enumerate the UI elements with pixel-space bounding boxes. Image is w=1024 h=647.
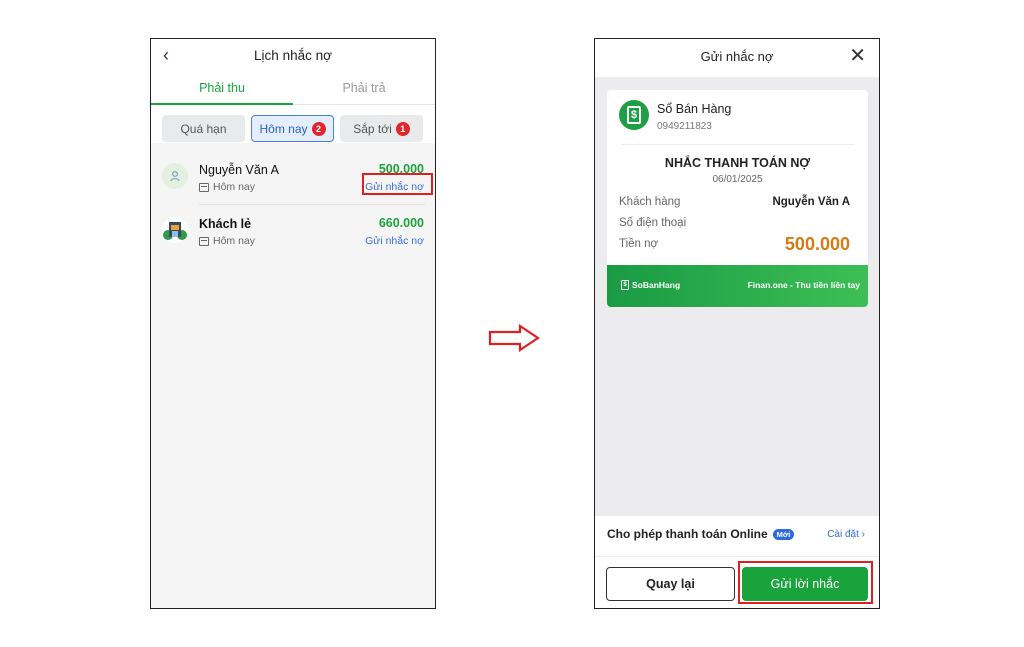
- reminder-date: 06/01/2025: [712, 174, 763, 185]
- due-date-text: Hôm nay: [213, 235, 256, 247]
- field-label: Số điện thoại: [619, 217, 687, 229]
- tab-divider: [293, 104, 435, 105]
- count-badge: 1: [395, 121, 410, 136]
- send-reminder-link[interactable]: Gửi nhắc nợ: [365, 235, 424, 247]
- filter-overdue[interactable]: Quá hạn: [162, 115, 245, 142]
- debt-field: Tiền nợ 500.000: [619, 234, 856, 254]
- brand-strip: $ SoBanHang Finan.one - Thu tiền liền ta…: [607, 265, 868, 307]
- count-badge: 2: [311, 121, 326, 136]
- debt-amount: 500.000: [784, 234, 850, 254]
- header: Gửi nhắc nợ ✕: [595, 39, 879, 77]
- settings-link[interactable]: Cài đặt ›: [827, 529, 865, 540]
- due-date-text: Hôm nay: [213, 181, 256, 193]
- filter-chips: Quá hạn Hôm nay 2 Sắp tới 1: [151, 115, 435, 145]
- calendar-icon: [199, 182, 209, 192]
- customer-name: Khách lẻ: [199, 217, 252, 231]
- shop-phone: 0949211823: [657, 121, 712, 132]
- brand-logo: $ SoBanHang: [621, 280, 680, 290]
- shop-logo: $: [619, 100, 649, 130]
- dollar-icon: $: [621, 280, 629, 290]
- page-title: Gửi nhắc nợ: [700, 49, 774, 64]
- filter-today[interactable]: Hôm nay 2: [251, 115, 334, 142]
- customer-name: Nguyễn Văn A: [199, 163, 279, 177]
- store-icon: [162, 217, 188, 243]
- highlight-box: [738, 561, 873, 604]
- customer-field: Khách hàng Nguyễn Văn A: [619, 196, 856, 208]
- header: ‹ Lịch nhắc nợ: [151, 39, 435, 73]
- shop-name: Sổ Bán Hàng: [657, 102, 732, 116]
- brand-name: SoBanHang: [632, 280, 681, 290]
- debt-reminder-list-screen: ‹ Lịch nhắc nợ Phải thu Phải trả Quá hạn…: [150, 38, 436, 609]
- divider: [621, 144, 854, 145]
- filter-label: Hôm nay: [259, 121, 308, 136]
- arrow-right-icon: [488, 324, 540, 352]
- reminder-card: $ Sổ Bán Hàng 0949211823 NHẮC THANH TOÁN…: [607, 90, 868, 307]
- due-date: Hôm nay: [199, 181, 255, 193]
- field-label: Khách hàng: [619, 196, 681, 208]
- active-tab-indicator: [151, 103, 293, 105]
- dollar-icon: $: [627, 106, 641, 124]
- field-value: Nguyễn Văn A: [772, 196, 850, 208]
- filter-label: Sắp tới: [353, 121, 392, 136]
- list-item[interactable]: Khách lẻ Hôm nay 660.000 Gửi nhắc nợ: [151, 205, 435, 259]
- back-button[interactable]: Quay lại: [606, 567, 735, 601]
- phone-field: Số điện thoại: [619, 217, 856, 229]
- new-badge: Mới: [772, 528, 795, 540]
- send-reminder-screen: Gửi nhắc nợ ✕ $ Sổ Bán Hàng 0949211823 N…: [594, 38, 880, 609]
- filter-label: Quá hạn: [180, 121, 227, 136]
- page-title: Lịch nhắc nợ: [254, 48, 332, 63]
- online-payment-text: Cho phép thanh toán Online: [607, 527, 768, 541]
- user-icon: [162, 163, 188, 189]
- calendar-icon: [199, 236, 209, 246]
- highlight-box: [362, 173, 433, 195]
- online-payment-label: Cho phép thanh toán Online Mới: [607, 527, 795, 541]
- filter-upcoming[interactable]: Sắp tới 1: [340, 115, 423, 142]
- field-label: Tiền nợ: [619, 238, 659, 250]
- debt-amount: 660.000: [378, 216, 424, 230]
- chevron-right-icon: ›: [861, 529, 865, 540]
- brand-slogan: Finan.one - Thu tiền liền tay: [747, 280, 860, 290]
- due-date: Hôm nay: [199, 235, 255, 247]
- debt-list: Nguyễn Văn A Hôm nay 500.000 Gửi nhắc nợ…: [151, 151, 435, 259]
- close-icon[interactable]: ✕: [849, 46, 866, 66]
- reminder-heading: NHẮC THANH TOÁN NỢ: [664, 156, 811, 170]
- settings-text: Cài đặt: [827, 529, 859, 540]
- online-payment-row[interactable]: Cho phép thanh toán Online Mới Cài đặt ›: [595, 516, 879, 556]
